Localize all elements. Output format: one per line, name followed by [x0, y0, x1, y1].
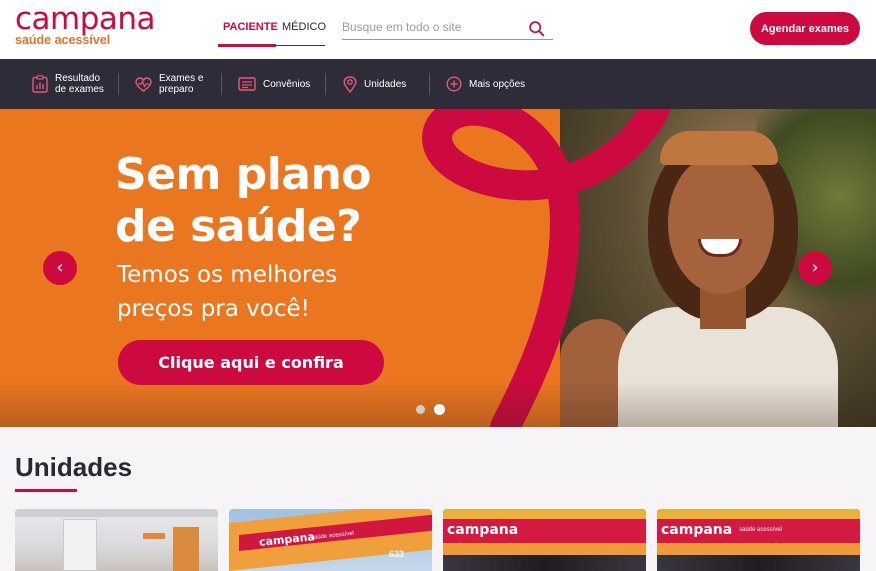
carousel-dot-1[interactable]	[416, 405, 425, 414]
agendar-exames-button[interactable]: Agendar exames	[750, 12, 860, 45]
unidades-title: Unidades	[15, 452, 133, 482]
carousel-dot-2[interactable]	[434, 404, 445, 415]
tab-paciente[interactable]: PACIENTE	[223, 21, 278, 33]
nav-divider	[429, 73, 430, 95]
card-photo-storefront	[443, 555, 646, 571]
tab-medico[interactable]: MÉDICO	[282, 21, 326, 33]
nav-convenios-label: Convênios	[263, 78, 311, 90]
logo-tagline: saúde acessível	[15, 33, 111, 47]
card-photo-stripe	[443, 543, 646, 555]
carousel-prev-button[interactable]: ‹	[43, 251, 77, 285]
card-photo-roof	[657, 509, 860, 519]
card-photo-ceiling	[15, 509, 218, 517]
unidades-title-underline	[15, 489, 77, 492]
hero-headline-line1: Sem plano	[115, 149, 372, 200]
card-facade-brand: campana	[661, 522, 733, 538]
search-input[interactable]	[342, 20, 522, 34]
search-icon[interactable]	[528, 20, 545, 37]
nav-divider	[221, 73, 222, 95]
card-facade-number: 633	[389, 549, 405, 559]
hero-cta-button[interactable]: Clique aqui e confira	[118, 340, 384, 385]
chevron-right-icon: ›	[811, 257, 819, 278]
site-search	[342, 17, 553, 40]
carousel-next-button[interactable]: ›	[798, 251, 832, 285]
nav-divider	[325, 73, 326, 95]
nav-resultado-line1: Resultado	[55, 73, 101, 84]
card-facade-brand: campana	[447, 522, 519, 538]
chevron-left-icon: ‹	[56, 257, 64, 278]
audience-tabs: PACIENTE MÉDICO	[218, 18, 326, 47]
hero-subheadline: Temos os melhores preços pra você!	[117, 258, 337, 326]
unidade-card[interactable]	[15, 509, 218, 571]
main-nav: Resultado de exames Exames e preparo Convê…	[0, 59, 876, 109]
card-facade-tagline: saúde acessível	[739, 527, 783, 533]
nav-item-exames[interactable]: Exames e preparo	[135, 59, 203, 109]
nav-item-unidades[interactable]: Unidades	[343, 59, 406, 109]
hero-headline-line2: de saúde?	[115, 201, 362, 252]
unidade-card[interactable]: campana saúde acessível 633	[229, 509, 432, 571]
nav-resultado-line2: de exames	[55, 84, 104, 95]
hero-headline: Sem plano de saúde?	[115, 149, 372, 253]
hero-carousel: Sem plano de saúde? Temos os melhores pr…	[0, 109, 876, 427]
nav-item-convenios[interactable]: Convênios	[238, 59, 310, 109]
nav-exames-line1: Exames e	[159, 73, 204, 84]
nav-unidades-label: Unidades	[364, 78, 407, 90]
nav-mais-opcoes-label: Mais opções	[469, 78, 526, 90]
campana-logo[interactable]: campana saúde acessível	[15, 1, 156, 47]
site-header: campana saúde acessível PACIENTE MÉDICO …	[0, 0, 876, 59]
clipboard-chart-icon	[32, 75, 48, 93]
hero-subheadline-line2: preços pra você!	[117, 296, 310, 322]
nav-item-mais-opcoes[interactable]: Mais opções	[446, 59, 525, 109]
active-tab-indicator	[218, 44, 276, 47]
unidade-card[interactable]: campana saúde acessível	[657, 509, 860, 571]
plus-circle-icon	[446, 76, 462, 92]
card-photo-sign	[143, 533, 165, 539]
hero-subheadline-line1: Temos os melhores	[117, 262, 338, 288]
nav-divider	[118, 73, 119, 95]
location-pin-icon	[343, 75, 357, 93]
unidades-section: Unidades campana saúde acessível 633 cam…	[0, 427, 876, 571]
card-photo-roof	[443, 509, 646, 519]
carousel-pagination	[416, 404, 445, 415]
heart-pulse-icon	[135, 76, 152, 92]
card-photo-panel	[173, 527, 199, 571]
unidade-card[interactable]: campana	[443, 509, 646, 571]
nav-item-resultado[interactable]: Resultado de exames	[32, 59, 104, 109]
nav-exames-line2: preparo	[159, 84, 194, 95]
id-card-icon	[238, 77, 256, 91]
card-photo-stripe	[657, 543, 860, 555]
logo-wordmark: campana	[15, 1, 156, 37]
card-photo-storefront	[657, 555, 860, 571]
card-photo-door	[63, 519, 97, 571]
